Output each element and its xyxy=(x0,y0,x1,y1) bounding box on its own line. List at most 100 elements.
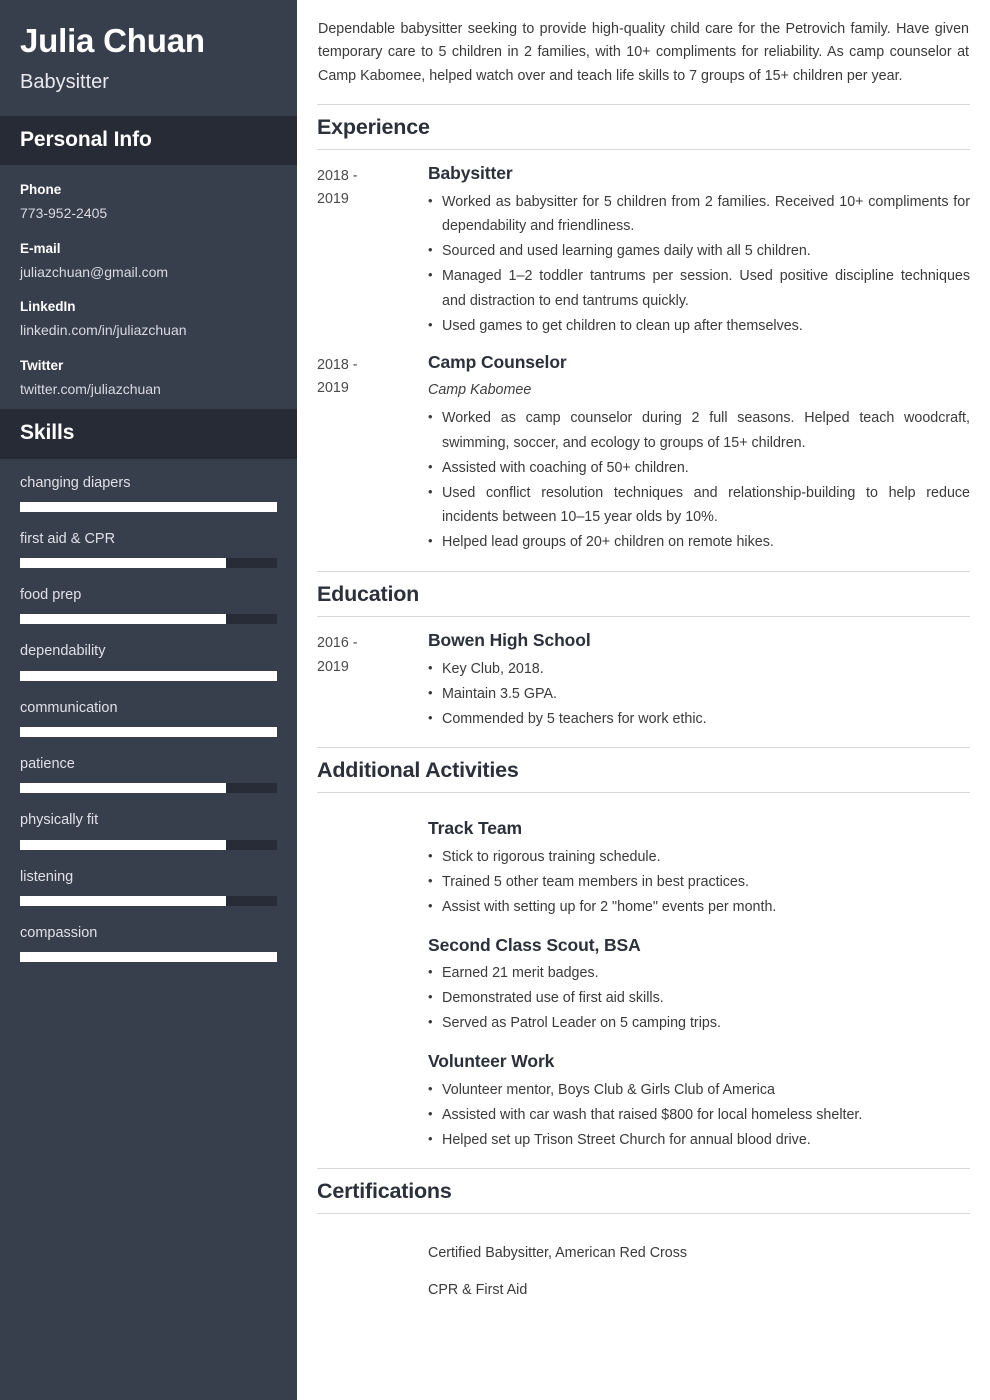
skill-item: dependability xyxy=(20,641,277,681)
contact-label: LinkedIn xyxy=(20,299,76,315)
bullet-item: Key Club, 2018. xyxy=(428,657,970,682)
section-title: Certifications xyxy=(317,1179,452,1204)
skills-heading: Skills xyxy=(20,421,75,445)
activity-bullet-list: Volunteer mentor, Boys Club & Girls Club… xyxy=(428,1078,970,1153)
skill-bar-fill xyxy=(20,783,226,794)
sidebar-header: Julia Chuan Babysitter xyxy=(0,0,297,116)
skill-bar-track xyxy=(20,501,277,512)
certification-item: Certified Babysitter, American Red Cross xyxy=(428,1245,688,1262)
skill-label: changing diapers xyxy=(20,474,131,491)
entry-title: Bowen High School xyxy=(428,630,591,651)
skills-list: changing diapers first aid & CPR food pr… xyxy=(0,459,297,969)
activity-title: Volunteer Work xyxy=(428,1051,555,1072)
bullet-item: Trained 5 other team members in best pra… xyxy=(428,870,970,895)
entry-body: Track Team Stick to rigorous training sc… xyxy=(428,805,970,1152)
contact-item-linkedin: LinkedIn linkedin.com/in/juliazchuan xyxy=(20,298,277,341)
contact-label: E-mail xyxy=(20,240,61,256)
skill-label: first aid & CPR xyxy=(20,530,116,547)
skill-label: communication xyxy=(20,699,118,716)
skill-item: physically fit xyxy=(20,810,277,850)
skill-bar-fill xyxy=(20,670,277,681)
bullet-item: Demonstrated use of first aid skills. xyxy=(428,986,970,1011)
skill-label: compassion xyxy=(20,924,98,941)
entry-date-start: 2018 - xyxy=(317,356,358,373)
summary-paragraph: Dependable babysitter seeking to provide… xyxy=(318,21,969,84)
entry-date-end: 2019 xyxy=(317,658,349,675)
section-education: Education 2016 - 2019 Bowen High School … xyxy=(317,571,970,731)
skills-heading-band: Skills xyxy=(0,409,297,459)
skill-bar-track xyxy=(20,783,277,794)
entry-bullet-list: Worked as camp counselor during 2 full s… xyxy=(428,406,970,555)
bullet-item: Assisted with car wash that raised $800 … xyxy=(428,1103,970,1128)
skill-label: dependability xyxy=(20,643,106,660)
skill-label: patience xyxy=(20,755,75,772)
section-title: Additional Activities xyxy=(317,758,519,783)
skill-item: changing diapers xyxy=(20,473,277,512)
contact-item-email: E-mail juliazchuan@gmail.com xyxy=(20,240,277,283)
bullet-item: Used games to get children to clean up a… xyxy=(428,314,970,339)
entry-subtitle: Camp Kabomee xyxy=(428,381,532,398)
section-title: Experience xyxy=(317,114,430,139)
skill-bar-track xyxy=(20,726,277,737)
contact-value-email[interactable]: juliazchuan@gmail.com xyxy=(20,262,277,282)
contact-item-phone: Phone 773-952-2405 xyxy=(20,181,277,224)
skill-bar-track xyxy=(20,670,277,681)
entry-title: Babysitter xyxy=(428,162,513,183)
section-certifications: Certifications Certified Babysitter, Ame… xyxy=(317,1168,970,1302)
personal-info-heading: Personal Info xyxy=(20,127,152,151)
skill-bar-fill xyxy=(20,839,226,850)
skill-label: physically fit xyxy=(20,812,99,829)
skill-bar-track xyxy=(20,614,277,625)
entry-date-end: 2019 xyxy=(317,191,349,208)
personal-info-heading-band: Personal Info xyxy=(0,115,297,166)
skill-item: patience xyxy=(20,754,277,794)
skill-bar-track xyxy=(20,839,277,850)
bullet-item: Volunteer mentor, Boys Club & Girls Club… xyxy=(428,1078,970,1103)
entry-bullet-list: Key Club, 2018. Maintain 3.5 GPA. Commen… xyxy=(428,657,970,732)
entry-date-start: 2018 - xyxy=(317,167,358,184)
skill-label: listening xyxy=(20,868,74,885)
contact-value-phone[interactable]: 773-952-2405 xyxy=(20,203,277,223)
skill-bar-fill xyxy=(20,726,277,737)
contact-value-linkedin[interactable]: linkedin.com/in/juliazchuan xyxy=(20,320,277,340)
bullet-item: Stick to rigorous training schedule. xyxy=(428,845,970,870)
entry-bullet-list: Worked as babysitter for 5 children from… xyxy=(428,190,970,339)
entry-body: Bowen High School Key Club, 2018. Mainta… xyxy=(428,629,970,731)
bullet-item: Assist with setting up for 2 "home" even… xyxy=(428,895,970,920)
skill-item: compassion xyxy=(20,923,277,963)
section-title: Education xyxy=(317,582,420,607)
resume-document: Julia Chuan Babysitter Personal Info Pho… xyxy=(0,0,990,1400)
activity-volunteer-work: Volunteer Work Volunteer mentor, Boys Cl… xyxy=(428,1036,970,1152)
contact-value-twitter[interactable]: twitter.com/juliazchuan xyxy=(20,379,277,399)
skill-label: food prep xyxy=(20,587,82,604)
bullet-item: Managed 1–2 toddler tantrums per session… xyxy=(428,264,970,314)
entry-body: Certified Babysitter, American Red Cross… xyxy=(428,1226,970,1302)
contact-list: Phone 773-952-2405 E-mail juliazchuan@gm… xyxy=(0,165,297,409)
entry-date-range: 2018 - 2019 xyxy=(317,162,428,212)
activity-bullet-list: Stick to rigorous training schedule. Tra… xyxy=(428,845,970,920)
page-title: Julia Chuan xyxy=(20,22,205,59)
certifications-entry: Certified Babysitter, American Red Cross… xyxy=(317,1214,970,1302)
entry-date-start: 2016 - xyxy=(317,635,358,652)
section-heading-experience: Experience xyxy=(317,103,970,150)
skill-bar-fill xyxy=(20,895,226,906)
entry-date-spacer xyxy=(317,805,428,808)
bullet-item: Worked as camp counselor during 2 full s… xyxy=(428,406,970,456)
skill-bar-fill xyxy=(20,558,226,569)
bullet-item: Commended by 5 teachers for work ethic. xyxy=(428,707,970,732)
skill-item: communication xyxy=(20,698,277,737)
entry-title: Camp Counselor xyxy=(428,351,567,372)
skill-item: listening xyxy=(20,867,277,906)
bullet-item: Helped set up Trison Street Church for a… xyxy=(428,1128,970,1153)
section-heading-certifications: Certifications xyxy=(317,1168,970,1215)
experience-entry: 2018 - 2019 Camp Counselor Camp Kabomee … xyxy=(317,339,970,555)
skill-bar-track xyxy=(20,558,277,569)
activity-title: Second Class Scout, BSA xyxy=(428,934,641,955)
section-heading-activities: Additional Activities xyxy=(317,747,970,794)
bullet-item: Maintain 3.5 GPA. xyxy=(428,682,970,707)
entry-body: Babysitter Worked as babysitter for 5 ch… xyxy=(428,162,970,339)
contact-label: Twitter xyxy=(20,357,64,373)
skill-bar-fill xyxy=(20,952,277,963)
skill-item: food prep xyxy=(20,585,277,625)
activity-bullet-list: Earned 21 merit badges. Demonstrated use… xyxy=(428,961,970,1036)
